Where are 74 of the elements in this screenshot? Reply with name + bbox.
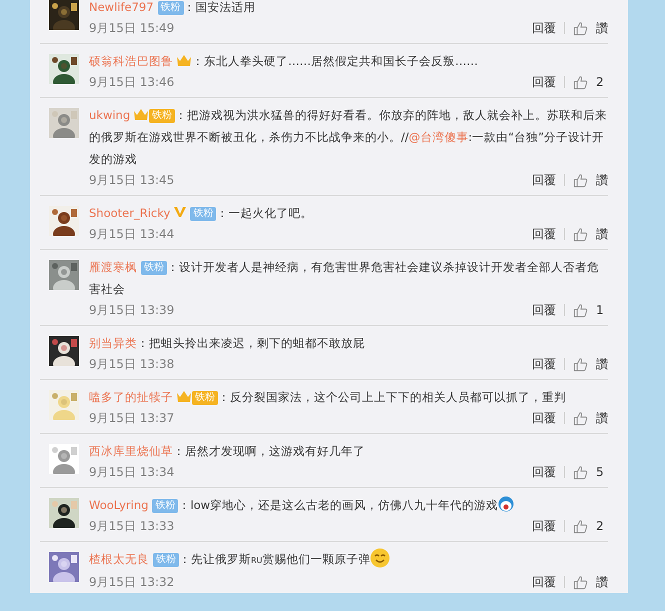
- reply-link[interactable]: 回覆: [532, 300, 556, 320]
- like-count: 讚: [596, 410, 608, 427]
- like-count: 1: [596, 302, 605, 319]
- thumbs-up-icon[interactable]: [573, 356, 588, 372]
- comment-text: Shooter_Ricky 铁粉 ：一起火化了吧。: [89, 205, 314, 223]
- fan-badge: 铁粉: [153, 553, 179, 567]
- smile-emoji-icon: [370, 548, 390, 568]
- fan-badge: 铁粉: [149, 109, 176, 123]
- user-name-link[interactable]: 雁渡寒枫: [89, 260, 137, 274]
- crown-icon: [176, 389, 192, 403]
- thumbs-up-icon[interactable]: [573, 518, 588, 534]
- thumbs-up-icon[interactable]: [573, 302, 588, 318]
- comment-time: 9月15日 13:38: [89, 356, 174, 373]
- reply-link[interactable]: 回覆: [532, 18, 556, 38]
- crown-icon: [133, 107, 150, 121]
- like-count: 讚: [596, 356, 608, 373]
- like-count: 讚: [596, 172, 608, 189]
- thumbs-up-icon[interactable]: [573, 172, 588, 188]
- reply-link[interactable]: 回覆: [532, 572, 556, 592]
- reply-link[interactable]: 回覆: [532, 170, 556, 190]
- thumbs-up-icon[interactable]: [573, 410, 588, 426]
- fan-badge: 铁粉: [141, 261, 167, 275]
- verified-icon: [174, 206, 186, 218]
- comment-time: 9月15日 13:32: [89, 574, 174, 591]
- like-count: 讚: [596, 20, 608, 37]
- reply-link[interactable]: 回覆: [532, 516, 556, 536]
- comment-text: 西冰库里烧仙草：居然才发现啊，这游戏有好几年了: [89, 443, 366, 460]
- comment-time: 9月15日 13:44: [89, 226, 174, 243]
- like-count: 讚: [596, 574, 608, 591]
- fan-badge: 铁粉: [190, 207, 216, 221]
- comment-time: 9月15日 13:46: [89, 74, 174, 91]
- fan-badge: 铁粉: [152, 499, 178, 513]
- user-name-link[interactable]: 别当异类: [89, 336, 137, 350]
- thumbs-up-icon[interactable]: [573, 74, 588, 90]
- like-count: 2: [596, 518, 605, 535]
- user-name-link[interactable]: 西冰库里烧仙草: [89, 444, 173, 458]
- comment-time: 9月15日 15:49: [89, 20, 174, 37]
- comment-time: 9月15日 13:45: [89, 172, 174, 189]
- thumbs-up-icon[interactable]: [573, 20, 588, 36]
- fan-badge: 铁粉: [158, 1, 184, 15]
- comment-text: WooLyring 铁粉 ：low穿地心，还是这么古老的画风，仿佛八九十年代的游戏: [89, 494, 608, 516]
- thumbs-up-icon[interactable]: [573, 226, 588, 242]
- like-count: 5: [596, 464, 605, 481]
- comment-text: 硕翁科浩巴图鲁 ：东北人拳头硬了……居然假定共和国长子会反叛……: [89, 52, 479, 70]
- user-name-link[interactable]: 嗑多了的扯犊子: [89, 390, 173, 404]
- user-name-link[interactable]: 楂根太无良: [89, 552, 149, 566]
- reply-link[interactable]: 回覆: [532, 72, 556, 92]
- reply-link[interactable]: 回覆: [532, 462, 556, 482]
- reply-link[interactable]: 回覆: [532, 224, 556, 244]
- comment-text: ukwing 铁粉 ：把游戏视为洪水猛兽的得好好看看。你放弃的阵地，敌人就会补上。苏联和后来的俄罗斯在游戏世界不断被丑化，杀伤力不比战争来的小。//@台湾傻事:一款由“台独”分子设计开发的游戏: [89, 106, 608, 168]
- comment-time: 9月15日 13:39: [89, 302, 174, 319]
- comment-text: 别当异类：把蛆头拎出来凌迟，剩下的蛆都不敢放屁: [89, 335, 366, 352]
- like-count: 2: [596, 74, 605, 91]
- user-name-link[interactable]: WooLyring: [89, 498, 148, 512]
- thumbs-up-icon[interactable]: [573, 464, 588, 480]
- user-name-link[interactable]: 硕翁科浩巴图鲁: [89, 54, 173, 68]
- like-count: 讚: [596, 226, 608, 243]
- user-name-link[interactable]: ukwing: [89, 108, 130, 122]
- comment-time: 9月15日 13:33: [89, 518, 174, 535]
- reply-link[interactable]: 回覆: [532, 408, 556, 428]
- comment-time: 9月15日 13:34: [89, 464, 174, 481]
- thumbs-up-icon[interactable]: [573, 574, 588, 590]
- comment-time: 9月15日 13:37: [89, 410, 174, 427]
- user-name-link[interactable]: Shooter_Ricky: [89, 206, 170, 220]
- reply-link[interactable]: 回覆: [532, 354, 556, 374]
- comment-text: 嗑多了的扯犊子 铁粉 ：反分裂国家法，这个公司上上下下的相关人员都可以抓了，重判: [89, 388, 567, 407]
- comment-text: Newlife797 铁粉 ：国安法适用: [89, 0, 257, 17]
- emoji-icon: [498, 496, 514, 512]
- crown-icon: [176, 53, 192, 67]
- fan-badge: 铁粉: [192, 391, 218, 405]
- comment-text: 雁渡寒枫 铁粉 ：设计开发者人是神经病，有危害世界危害社会建议杀掉设计开发者全部人否者危害社会: [89, 259, 600, 298]
- user-name-link[interactable]: Newlife797: [89, 0, 154, 14]
- comment-text: 楂根太无良 铁粉 ：先让俄罗斯RU赏赐他们一颗原子弹: [89, 548, 608, 572]
- mention-link[interactable]: @台湾傻事: [408, 130, 468, 144]
